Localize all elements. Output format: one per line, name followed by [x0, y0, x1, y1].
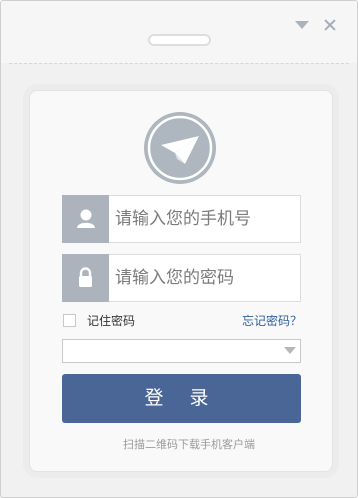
password-input[interactable] [115, 255, 297, 301]
paper-plane-svg [147, 115, 213, 181]
close-icon[interactable] [321, 16, 339, 34]
password-field [62, 254, 301, 302]
login-window: 记住密码 忘记密码？ 登 录 扫描二维码下载手机客户端 [0, 0, 358, 498]
phone-input[interactable] [115, 196, 297, 242]
lock-icon [62, 254, 109, 302]
account-select[interactable] [62, 339, 301, 363]
title-bar[interactable] [1, 1, 357, 64]
paper-plane-icon [144, 112, 216, 184]
remember-password-checkbox[interactable] [63, 314, 76, 327]
chevron-down-icon[interactable] [284, 347, 296, 354]
scan-qr-download-link[interactable]: 扫描二维码下载手机客户端 [123, 436, 313, 452]
user-icon [62, 195, 109, 243]
login-button[interactable]: 登 录 [62, 374, 301, 423]
remember-password-label[interactable]: 记住密码 [87, 312, 135, 330]
forgot-password-link[interactable]: 忘记密码？ [242, 312, 302, 330]
triangle-down-icon[interactable] [294, 18, 310, 32]
drag-handle[interactable] [148, 34, 211, 46]
phone-field [62, 195, 301, 243]
